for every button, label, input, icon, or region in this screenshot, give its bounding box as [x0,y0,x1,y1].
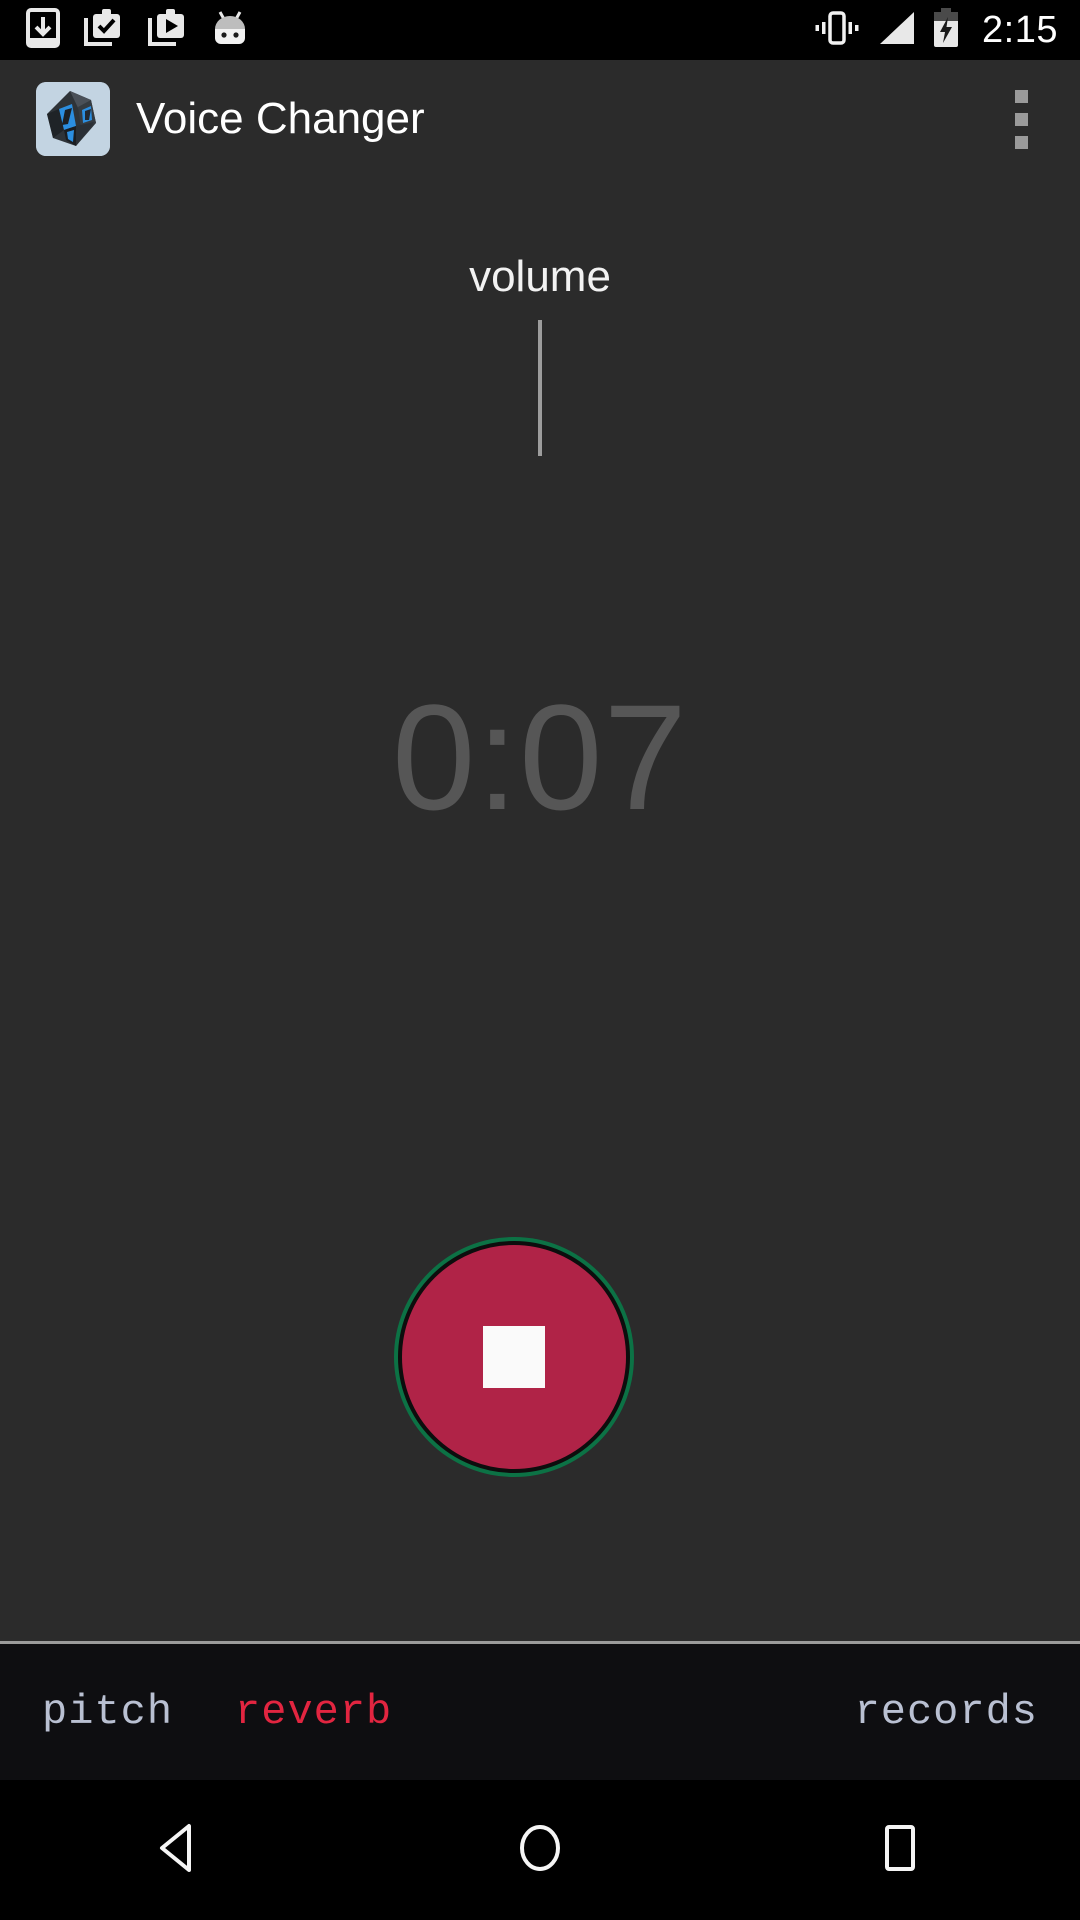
tab-records[interactable]: records [855,1688,1038,1736]
stop-recording-button[interactable] [398,1241,630,1473]
recents-square-icon [871,1819,929,1882]
action-bar: Voice Changer [0,60,1080,178]
status-bar-clock: 2:15 [982,9,1058,51]
back-triangle-icon [151,1819,209,1882]
overflow-dot [1014,135,1028,149]
volume-level-indicator [538,320,542,456]
tab-reverb[interactable]: reverb [235,1688,392,1736]
status-bar-right-icons: 2:15 [814,7,1058,53]
battery-charging-icon [932,7,960,53]
signal-icon [876,10,916,51]
recording-timer: 0:07 [392,673,688,841]
phone-screen: 2:15 Voice Changer volume 0:07 pitch rev… [0,0,1080,1920]
status-bar: 2:15 [0,0,1080,60]
nav-back-button[interactable] [110,1780,250,1920]
bottom-tab-bar: pitch reverb records [0,1644,1080,1780]
home-circle-icon [511,1819,569,1882]
stop-square-icon [483,1326,545,1388]
app-install-check-icon [82,8,124,53]
status-bar-left-icons [26,7,250,53]
voice-changer-app-icon [36,82,110,156]
android-head-icon [210,8,250,53]
app-title: Voice Changer [136,94,425,143]
overflow-dot [1014,89,1028,103]
system-navigation-bar [0,1780,1080,1920]
tab-pitch[interactable]: pitch [42,1688,173,1736]
overflow-menu-icon[interactable] [994,79,1054,159]
nav-recents-button[interactable] [830,1780,970,1920]
download-icon [26,7,60,53]
volume-label: volume [469,252,611,301]
overflow-dot [1014,112,1028,126]
app-install-play-icon [146,8,188,53]
nav-home-button[interactable] [470,1780,610,1920]
main-content: volume 0:07 [0,178,1080,1641]
vibrate-icon [814,10,860,51]
